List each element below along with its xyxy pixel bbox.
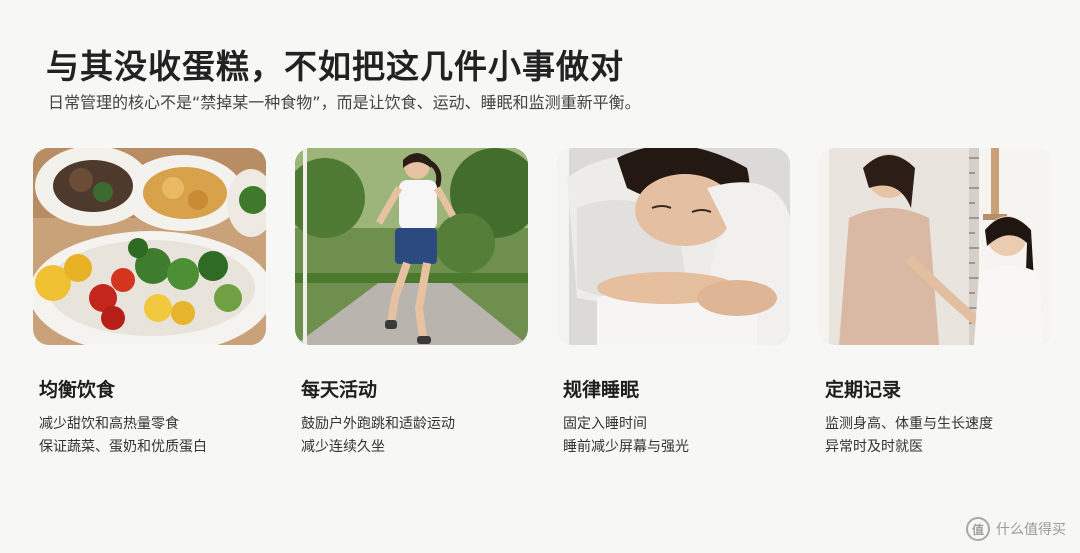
card-regular-records: 定期记录 监测身高、体重与生长速度 异常时及时就医 — [819, 148, 1054, 459]
watermark: 值 什么值得买 — [966, 517, 1066, 541]
height-measure-photo — [819, 148, 1052, 345]
girl-sleeping-photo — [557, 148, 790, 345]
card-line: 减少连续久坐 — [301, 439, 385, 455]
card-title: 规律睡眠 — [563, 379, 640, 401]
tips-row: 均衡饮食 减少甜饮和高热量零食 保证蔬菜、蛋奶和优质蛋白 每天活动 鼓励户外跑跳… — [0, 148, 1080, 468]
card-line: 减少甜饮和高热量零食 — [39, 416, 179, 432]
card-daily-activity: 每天活动 鼓励户外跑跳和适龄运动 减少连续久坐 — [295, 148, 530, 459]
card-line: 固定入睡时间 — [563, 416, 647, 432]
card-title: 定期记录 — [825, 379, 902, 401]
card-line: 监测身高、体重与生长速度 — [825, 416, 993, 432]
girl-running-photo — [295, 148, 528, 345]
card-regular-sleep: 规律睡眠 固定入睡时间 睡前减少屏幕与强光 — [557, 148, 792, 459]
page-title: 与其没收蛋糕，不如把这几件小事做对 — [46, 47, 624, 86]
card-line: 保证蔬菜、蛋奶和优质蛋白 — [39, 439, 207, 455]
card-line: 异常时及时就医 — [825, 439, 923, 455]
smzdm-logo-icon: 值 — [966, 517, 990, 541]
card-title: 每天活动 — [301, 379, 378, 401]
card-title: 均衡饮食 — [39, 379, 116, 401]
page-subtitle: 日常管理的核心不是“禁掉某一种食物”，而是让饮食、运动、睡眠和监测重新平衡。 — [48, 93, 641, 112]
card-line: 鼓励户外跑跳和适龄运动 — [301, 416, 455, 432]
watermark-text: 什么值得买 — [996, 522, 1066, 538]
card-line: 睡前减少屏幕与强光 — [563, 439, 689, 455]
card-balanced-diet: 均衡饮食 减少甜饮和高热量零食 保证蔬菜、蛋奶和优质蛋白 — [33, 148, 268, 459]
food-plates-photo — [33, 148, 266, 345]
